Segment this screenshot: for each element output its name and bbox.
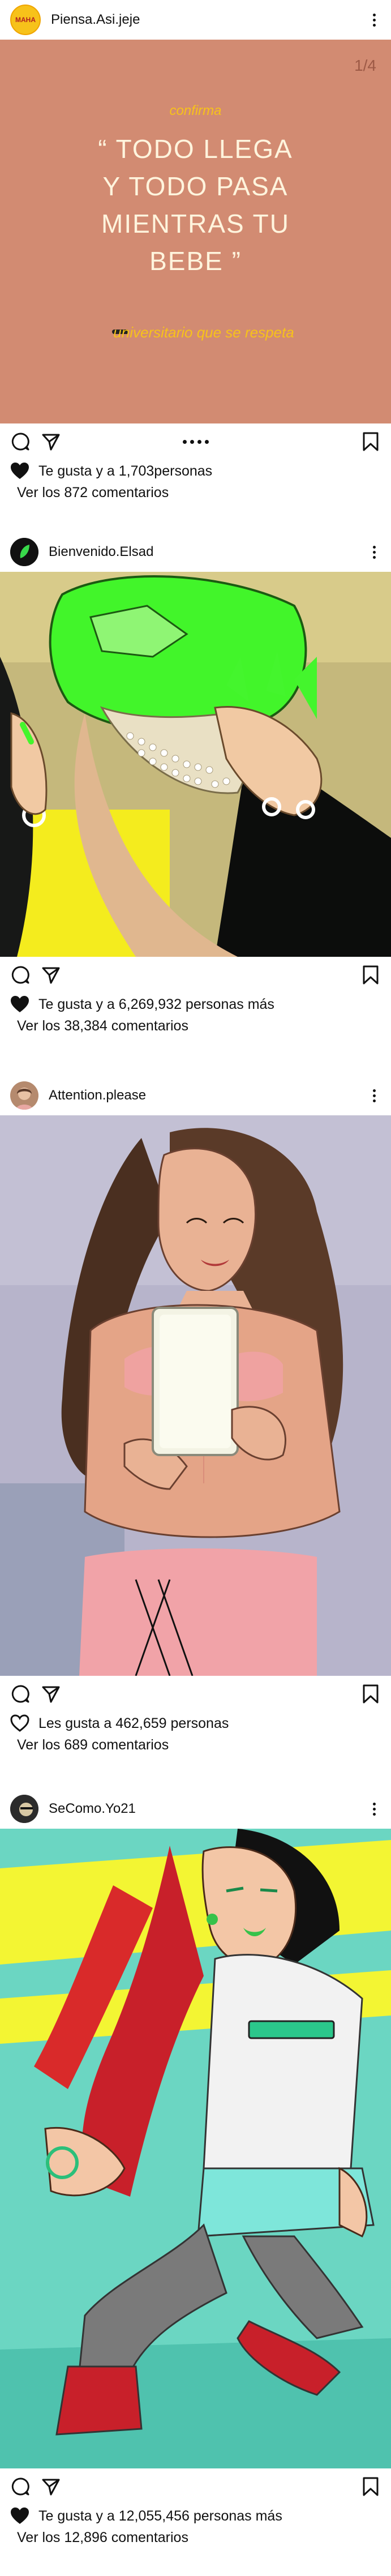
more-vertical-icon[interactable] (367, 11, 381, 28)
card-line-3: MIENTRAS TU (101, 209, 290, 238)
post-1: MAHA Piensa.Asi.jeje 1/4 confirma “ TODO… (0, 0, 391, 538)
avatar[interactable]: MAHA (10, 5, 41, 35)
post-actions (0, 423, 391, 460)
card-main-text: “ TODO LLEGA Y TODO PASA MIENTRAS TU BEB… (0, 130, 391, 280)
slide-counter: 1/4 (354, 57, 376, 74)
likes-text[interactable]: Te gusta y a 6,269,932 personas más (38, 996, 274, 1013)
bookmark-icon[interactable] (360, 431, 381, 452)
card-line-1: “ TODO LLEGA (98, 134, 293, 164)
post-4: SeComo.Yo21 Te gusta y a 12,055,456 pers… (0, 1789, 391, 2576)
post-header: SeComo.Yo21 (0, 1789, 391, 1829)
comments-link[interactable]: Ver los 689 comentarios (0, 1735, 391, 1755)
card-signature: universitario que se respeta (113, 324, 294, 341)
bookmark-icon[interactable] (360, 965, 381, 985)
card-small-text: confirma (169, 103, 222, 118)
post-header: Attention.please (0, 1076, 391, 1115)
post-media[interactable] (0, 572, 391, 957)
likes-row: Te gusta y a 12,055,456 personas más (0, 2505, 391, 2527)
post-2: Bienvenido.Elsad Te gusta y a 6,269,932 … (0, 532, 391, 1053)
comment-icon[interactable] (10, 1684, 31, 1704)
send-icon[interactable] (41, 965, 61, 985)
send-icon[interactable] (41, 1684, 61, 1704)
post-media[interactable]: 1/4 confirma “ TODO LLEGA Y TODO PASA MI… (0, 40, 391, 423)
heart-filled-icon[interactable] (10, 462, 29, 480)
avatar-portrait (10, 1081, 38, 1110)
comment-icon[interactable] (10, 965, 31, 985)
more-vertical-icon[interactable] (367, 1087, 381, 1104)
heart-filled-icon[interactable] (10, 995, 29, 1013)
more-vertical-icon[interactable] (367, 544, 381, 560)
comments-link[interactable]: Ver los 12,896 comentarios (0, 2527, 391, 2548)
avatar[interactable] (10, 538, 38, 566)
heart-filled-icon[interactable] (10, 2507, 29, 2525)
post-actions (0, 1676, 391, 1712)
avatar-portrait (10, 1795, 38, 1823)
illustration-mirror-selfie (0, 1115, 391, 1676)
bookmark-icon[interactable] (360, 2476, 381, 2497)
username[interactable]: Attention.please (49, 1088, 367, 1103)
quote-card: 1/4 confirma “ TODO LLEGA Y TODO PASA MI… (0, 40, 391, 423)
likes-row: Te gusta y a 6,269,932 personas más (0, 993, 391, 1016)
heart-outline-icon[interactable] (10, 1714, 29, 1732)
post-media[interactable] (0, 1829, 391, 2468)
likes-text[interactable]: Les gusta a 462,659 personas (38, 1715, 229, 1732)
avatar[interactable] (10, 1081, 38, 1110)
more-vertical-icon[interactable] (367, 1800, 381, 1817)
post-header: Bienvenido.Elsad (0, 532, 391, 572)
leaf-avatar-icon (10, 538, 38, 566)
post-actions (0, 957, 391, 993)
avatar[interactable] (10, 1795, 38, 1823)
likes-text[interactable]: Te gusta y a 1,703personas (38, 463, 212, 480)
comment-icon[interactable] (10, 2476, 31, 2497)
post-media[interactable] (0, 1115, 391, 1676)
username[interactable]: Piensa.Asi.jeje (51, 12, 367, 28)
card-line-2: Y TODO PASA (102, 172, 289, 201)
post-3: Attention.please Les gusta a 462,659 per… (0, 1076, 391, 1783)
illustration-red-hair (0, 1829, 391, 2468)
carousel-dots[interactable] (182, 439, 209, 444)
card-line-4: BEBE ” (149, 246, 242, 276)
comments-link[interactable]: Ver los 38,384 comentarios (0, 1016, 391, 1036)
username[interactable]: Bienvenido.Elsad (49, 544, 367, 560)
send-icon[interactable] (41, 2476, 61, 2497)
comments-link[interactable]: Ver los 872 comentarios (0, 482, 391, 503)
likes-text[interactable]: Te gusta y a 12,055,456 personas más (38, 2508, 282, 2524)
username[interactable]: SeComo.Yo21 (49, 1801, 367, 1817)
post-actions (0, 2468, 391, 2505)
post-header: MAHA Piensa.Asi.jeje (0, 0, 391, 40)
avatar-text: MAHA (15, 16, 36, 24)
illustration-green-hat (0, 572, 391, 957)
likes-row: Te gusta y a 1,703personas (0, 460, 391, 482)
comment-icon[interactable] (10, 431, 31, 452)
send-icon[interactable] (41, 431, 61, 452)
likes-row: Les gusta a 462,659 personas (0, 1712, 391, 1735)
feed: MAHA Piensa.Asi.jeje 1/4 confirma “ TODO… (0, 0, 391, 2576)
bookmark-icon[interactable] (360, 1684, 381, 1704)
